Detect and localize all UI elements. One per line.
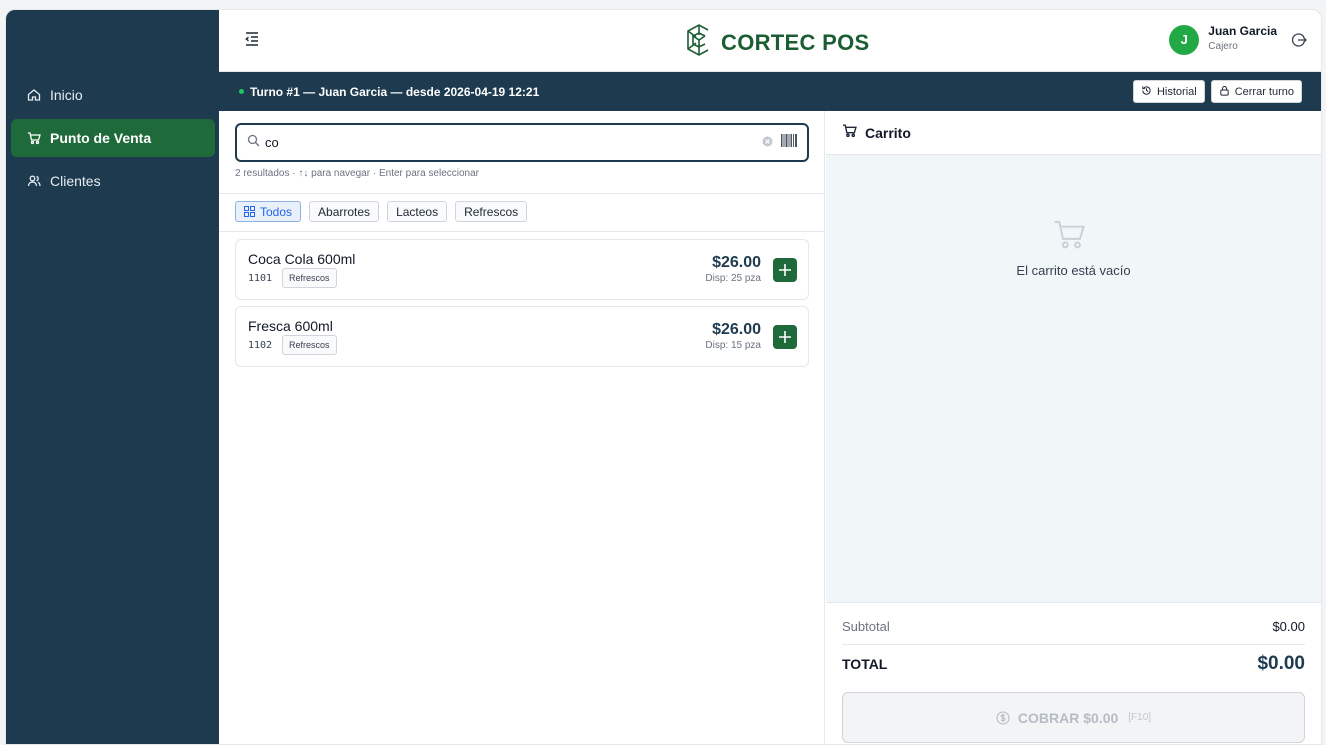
- product-search-pane: co 2 resultados · ↑↓ para navegar · Ente…: [219, 111, 825, 744]
- product-category-badge: Refrescos: [282, 268, 337, 288]
- user-menu[interactable]: J Juan Garcia Cajero: [1169, 24, 1307, 55]
- empty-cart-message: El carrito está vacío: [1016, 263, 1131, 278]
- subtotal-row: Subtotal $0.00: [842, 619, 1305, 634]
- barcode-icon[interactable]: [781, 133, 797, 152]
- add-to-cart-button[interactable]: [773, 325, 797, 349]
- filter-chip-lacteos[interactable]: Lacteos: [387, 201, 448, 222]
- divider: [219, 231, 824, 232]
- add-to-cart-button[interactable]: [773, 258, 797, 282]
- history-icon: [1141, 85, 1152, 99]
- empty-cart-icon: [1052, 217, 1086, 251]
- search-icon: [247, 134, 260, 152]
- sidebar-item-punto-de-venta[interactable]: Punto de Venta: [11, 119, 215, 157]
- divider: [219, 193, 824, 194]
- search-results-hint: 2 resultados · ↑↓ para navegar · Enter p…: [235, 168, 480, 179]
- logo-icon: [681, 22, 717, 63]
- product-stock: Disp: 25 pza: [705, 273, 761, 284]
- close-shift-button[interactable]: Cerrar turno: [1210, 80, 1302, 103]
- filter-chip-todos[interactable]: Todos: [235, 201, 302, 222]
- shift-info: Turno #1 — Juan Garcia — desde 2026-04-1…: [250, 84, 540, 99]
- total-value: $0.00: [1257, 653, 1305, 674]
- plus-icon: [779, 264, 791, 276]
- product-card[interactable]: Fresca 600ml 1102 Refrescos $26.00 Disp:…: [235, 306, 809, 367]
- subtotal-label: Subtotal: [842, 619, 890, 634]
- clear-search-icon[interactable]: [762, 134, 773, 152]
- logout-icon[interactable]: [1291, 32, 1307, 48]
- plus-icon: [779, 331, 791, 343]
- history-button[interactable]: Historial: [1132, 80, 1205, 103]
- grid-icon: [244, 206, 255, 217]
- product-code: 1101: [248, 273, 273, 284]
- shift-bar: Turno #1 — Juan Garcia — desde 2026-04-1…: [219, 72, 1321, 111]
- total-row: TOTAL $0.00: [842, 653, 1305, 675]
- sidebar-item-label: Clientes: [50, 173, 101, 189]
- dollar-icon: [996, 710, 1010, 725]
- product-price: $26.00: [712, 321, 761, 338]
- product-card[interactable]: Coca Cola 600ml 1101 Refrescos $26.00 Di…: [235, 239, 809, 300]
- top-bar: CORTEC POS J Juan Garcia Cajero: [219, 10, 1321, 72]
- user-role: Cajero: [1208, 41, 1238, 52]
- shortcut-hint: [F10]: [1128, 712, 1152, 723]
- product-code: 1102: [248, 340, 273, 351]
- product-name: Coca Cola 600ml: [248, 251, 356, 267]
- sidebar-item-label: Punto de Venta: [50, 130, 152, 146]
- menu-collapse-icon[interactable]: [243, 30, 261, 48]
- filter-chip-abarrotes[interactable]: Abarrotes: [309, 201, 380, 222]
- shift-status-dot: [239, 89, 244, 94]
- total-label: TOTAL: [842, 656, 888, 672]
- subtotal-value: $0.00: [1272, 619, 1305, 634]
- product-price: $26.00: [712, 254, 761, 271]
- divider: [842, 644, 1305, 645]
- lock-icon: [1219, 85, 1230, 99]
- cart-header: Carrito: [826, 111, 1321, 155]
- product-category-badge: Refrescos: [282, 335, 337, 355]
- sidebar-item-clientes[interactable]: Clientes: [11, 162, 215, 200]
- filter-chip-refrescos[interactable]: Refrescos: [455, 201, 528, 222]
- brand-name: CORTEC POS: [721, 29, 870, 55]
- category-filters: Todos Abarrotes Lacteos Refrescos: [235, 201, 528, 222]
- search-input[interactable]: co: [265, 135, 762, 150]
- sidebar: Inicio Punto de Venta Clientes: [6, 10, 219, 744]
- cart-totals: Subtotal $0.00 TOTAL $0.00 COBRAR $0.00 …: [826, 602, 1321, 744]
- home-icon: [27, 88, 41, 102]
- sidebar-item-label: Inicio: [50, 87, 83, 103]
- cart-pane: Carrito El carrito está vacío Subtotal $…: [826, 111, 1321, 744]
- sidebar-item-inicio[interactable]: Inicio: [11, 76, 215, 114]
- search-box[interactable]: co: [235, 123, 809, 162]
- cart-title: Carrito: [865, 124, 911, 141]
- charge-button[interactable]: COBRAR $0.00 [F10]: [842, 692, 1305, 743]
- app-window: Inicio Punto de Venta Clientes CORTEC PO…: [5, 9, 1322, 745]
- users-icon: [27, 174, 41, 188]
- cart-icon: [27, 131, 41, 145]
- product-name: Fresca 600ml: [248, 318, 333, 334]
- avatar: J: [1169, 24, 1200, 55]
- product-stock: Disp: 15 pza: [705, 340, 761, 351]
- user-name: Juan Garcia: [1208, 24, 1277, 38]
- cart-icon: [842, 123, 857, 143]
- brand-logo: CORTEC POS: [681, 22, 869, 63]
